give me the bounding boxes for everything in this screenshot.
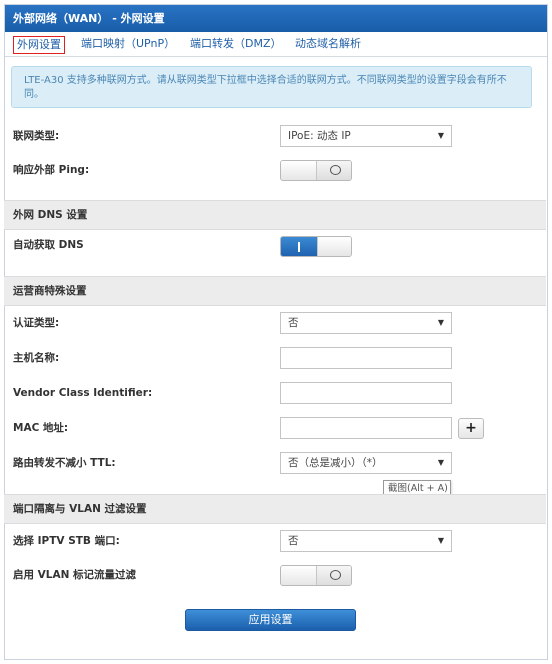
mac-label: MAC 地址: bbox=[13, 422, 69, 434]
toggle-off-circle-icon bbox=[330, 570, 341, 580]
dns-section-title: 外网 DNS 设置 bbox=[13, 209, 88, 221]
auto-dns-toggle[interactable] bbox=[280, 236, 352, 257]
apply-button[interactable]: 应用设置 bbox=[185, 609, 356, 631]
toggle-on-bar-icon bbox=[298, 242, 300, 252]
ping-toggle[interactable] bbox=[280, 160, 352, 181]
ttl-label: 路由转发不减小 TTL: bbox=[13, 457, 116, 469]
ttl-value: 否（总是减小）（*） bbox=[288, 457, 383, 469]
toggle-on-right bbox=[317, 237, 351, 256]
chevron-down-icon: ▼ bbox=[437, 131, 444, 140]
auth-type-select[interactable]: 否 ▼ bbox=[280, 312, 452, 334]
vlan-filter-row: 启用 VLAN 标记流量过滤 bbox=[4, 558, 546, 592]
tab-bar: 外网设置 端口映射（UPnP） 端口转发（DMZ） 动态域名解析 bbox=[5, 32, 547, 57]
hostname-label: 主机名称: bbox=[13, 352, 60, 364]
toggle-off-left bbox=[281, 566, 317, 585]
chevron-down-icon: ▼ bbox=[437, 458, 444, 467]
ping-label: 响应外部 Ping: bbox=[13, 164, 90, 176]
vendor-class-label: Vendor Class Identifier: bbox=[13, 387, 153, 399]
vlan-filter-label: 启用 VLAN 标记流量过滤 bbox=[13, 569, 137, 581]
auth-type-value: 否 bbox=[288, 317, 299, 329]
iptv-label: 选择 IPTV STB 端口: bbox=[13, 535, 120, 547]
ttl-select[interactable]: 否（总是减小）（*） ▼ bbox=[280, 452, 452, 474]
connection-type-label: 联网类型: bbox=[13, 130, 60, 142]
toggle-off-right bbox=[317, 566, 351, 585]
iptv-select[interactable]: 否 ▼ bbox=[280, 530, 452, 552]
isp-section-header: 运营商特殊设置 bbox=[4, 276, 546, 306]
vlan-filter-toggle[interactable] bbox=[280, 565, 352, 586]
iptv-value: 否 bbox=[288, 535, 299, 547]
mac-row: MAC 地址: + bbox=[4, 411, 546, 445]
hostname-row: 主机名称: bbox=[4, 341, 546, 375]
page-title: 外部网络（WAN） - 外网设置 bbox=[5, 5, 547, 32]
tab-dmz[interactable]: 端口转发（DMZ） bbox=[187, 36, 285, 54]
dns-section-header: 外网 DNS 设置 bbox=[4, 200, 546, 230]
mac-input[interactable] bbox=[280, 417, 452, 439]
vlan-section-header: 端口隔离与 VLAN 过滤设置 bbox=[4, 494, 546, 524]
toggle-off-right bbox=[317, 161, 351, 180]
connection-type-select[interactable]: IPoE: 动态 IP ▼ bbox=[280, 125, 452, 147]
tab-upnp[interactable]: 端口映射（UPnP） bbox=[78, 36, 178, 54]
auth-type-label: 认证类型: bbox=[13, 317, 60, 329]
toggle-off-left bbox=[281, 161, 317, 180]
auth-type-row: 认证类型: 否 ▼ bbox=[4, 306, 546, 340]
auto-dns-label: 自动获取 DNS bbox=[13, 239, 84, 251]
hostname-input[interactable] bbox=[280, 347, 452, 369]
vendor-class-input[interactable] bbox=[280, 382, 452, 404]
info-notice: LTE-A30 支持多种联网方式。请从联网类型下拉框中选择合适的联网方式。不同联… bbox=[11, 66, 532, 108]
isp-section-title: 运营商特殊设置 bbox=[13, 285, 87, 297]
tab-wan-settings[interactable]: 外网设置 bbox=[13, 36, 65, 54]
vlan-section-title: 端口隔离与 VLAN 过滤设置 bbox=[13, 503, 147, 515]
ping-row: 响应外部 Ping: bbox=[4, 153, 546, 187]
connection-type-value: IPoE: 动态 IP bbox=[288, 130, 351, 142]
auto-dns-row: 自动获取 DNS bbox=[4, 228, 546, 262]
ttl-row: 路由转发不减小 TTL: 否（总是减小）（*） ▼ bbox=[4, 446, 546, 480]
toggle-off-circle-icon bbox=[330, 165, 341, 175]
iptv-row: 选择 IPTV STB 端口: 否 ▼ bbox=[4, 524, 546, 558]
chevron-down-icon: ▼ bbox=[437, 536, 444, 545]
vendor-class-row: Vendor Class Identifier: bbox=[4, 376, 546, 410]
tab-ddns[interactable]: 动态域名解析 bbox=[292, 36, 364, 54]
connection-type-row: 联网类型: IPoE: 动态 IP ▼ bbox=[4, 119, 546, 153]
chevron-down-icon: ▼ bbox=[437, 318, 444, 327]
mac-add-button[interactable]: + bbox=[458, 418, 484, 439]
toggle-on-left bbox=[281, 237, 317, 256]
